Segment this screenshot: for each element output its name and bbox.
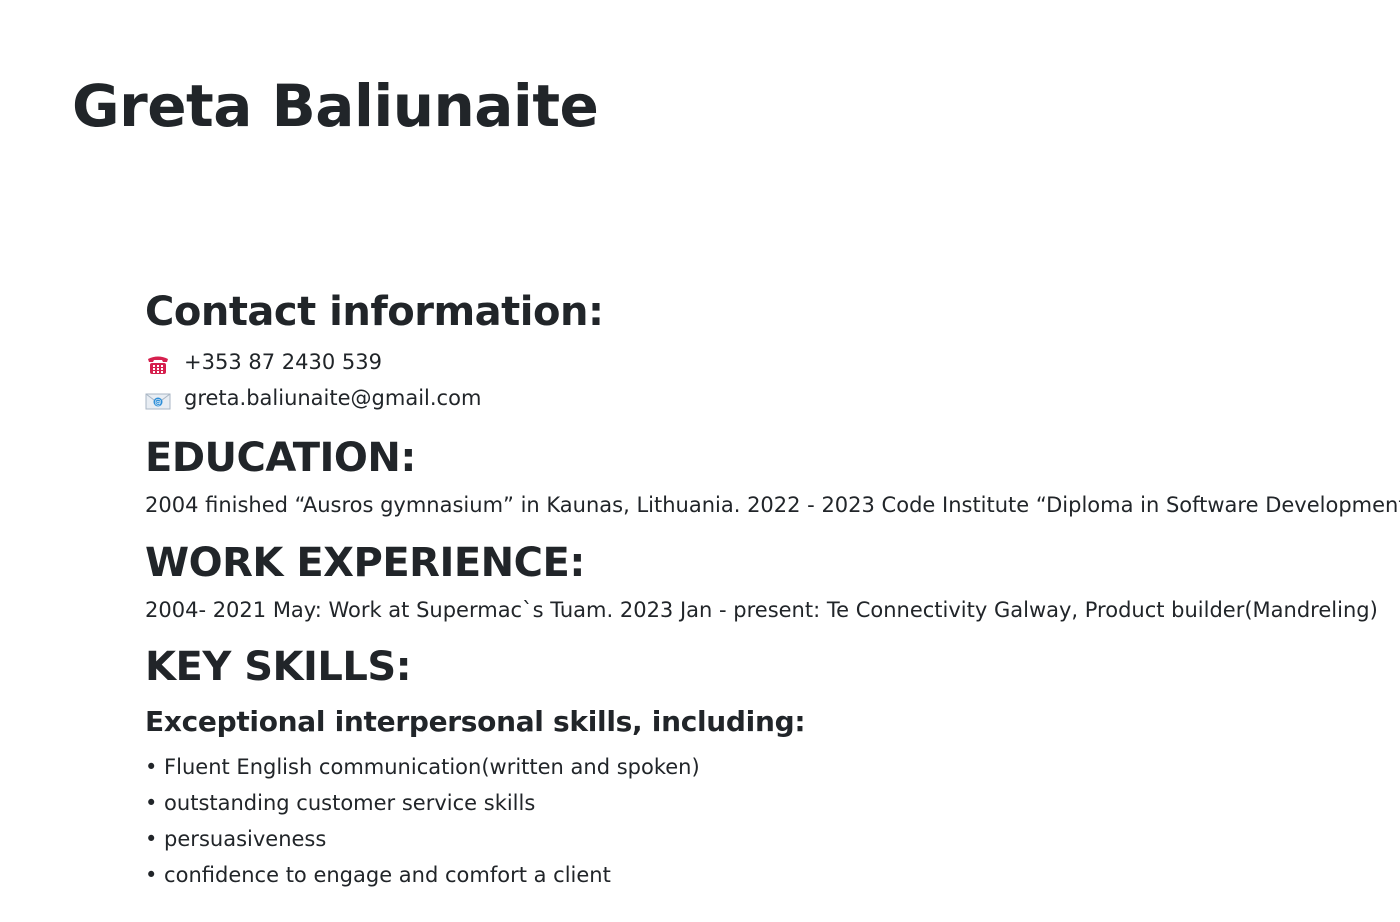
list-item: • confidence to engage and comfort a cli… (145, 862, 611, 887)
email-address: greta.baliunaite@gmail.com (184, 386, 482, 410)
resume-content: Contact information: +353 87 2430 539 @ … (145, 288, 1400, 893)
list-item: • Fluent English communication(written a… (145, 754, 700, 779)
phone-line: +353 87 2430 539 (145, 344, 1400, 380)
skills-section: KEY SKILLS: Exceptional interpersonal sk… (145, 643, 1400, 893)
work-section: WORK EXPERIENCE: 2004- 2021 May: Work at… (145, 539, 1400, 627)
email-line: @ greta.baliunaite@gmail.com (145, 380, 1400, 416)
skills-subheading: Exceptional interpersonal skills, includ… (145, 705, 806, 738)
list-item: • outstanding customer service skills (145, 790, 536, 815)
telephone-icon (145, 351, 171, 374)
resume-page: Greta Baliunaite Contact information: +3… (0, 0, 1400, 922)
skills-heading: KEY SKILLS: (145, 644, 412, 690)
list-item: • persuasiveness (145, 826, 327, 851)
svg-text:@: @ (155, 399, 162, 407)
contact-section: Contact information: +353 87 2430 539 @ … (145, 288, 1400, 416)
work-text: 2004- 2021 May: Work at Supermac`s Tuam.… (145, 597, 1378, 622)
page-title: Greta Baliunaite (72, 72, 599, 140)
email-envelope-icon: @ (145, 387, 171, 410)
education-heading: EDUCATION: (145, 435, 416, 481)
education-text: 2004 finished “Ausros gymnasium” in Kaun… (145, 493, 1400, 517)
education-section: EDUCATION: 2004 finished “Ausros gymnasi… (145, 434, 1400, 522)
contact-heading: Contact information: (145, 289, 604, 335)
work-heading: WORK EXPERIENCE: (145, 539, 585, 586)
skills-list: • Fluent English communication(written a… (145, 749, 1400, 893)
phone-number: +353 87 2430 539 (184, 350, 382, 374)
